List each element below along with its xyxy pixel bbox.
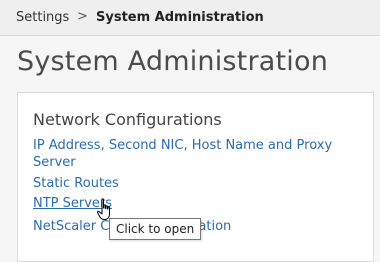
tooltip: Click to open (109, 218, 202, 240)
page-title: System Administration (17, 46, 329, 77)
card-title: Network Configurations (33, 110, 222, 129)
chevron-right-icon: > (77, 9, 88, 24)
ip-address-link[interactable]: IP Address, Second NIC, Host Name and Pr… (33, 137, 353, 171)
static-routes-link[interactable]: Static Routes (33, 175, 119, 192)
breadcrumb: Settings > System Administration (0, 0, 380, 36)
breadcrumb-current: System Administration (96, 10, 264, 25)
breadcrumb-settings-link[interactable]: Settings (16, 10, 69, 25)
